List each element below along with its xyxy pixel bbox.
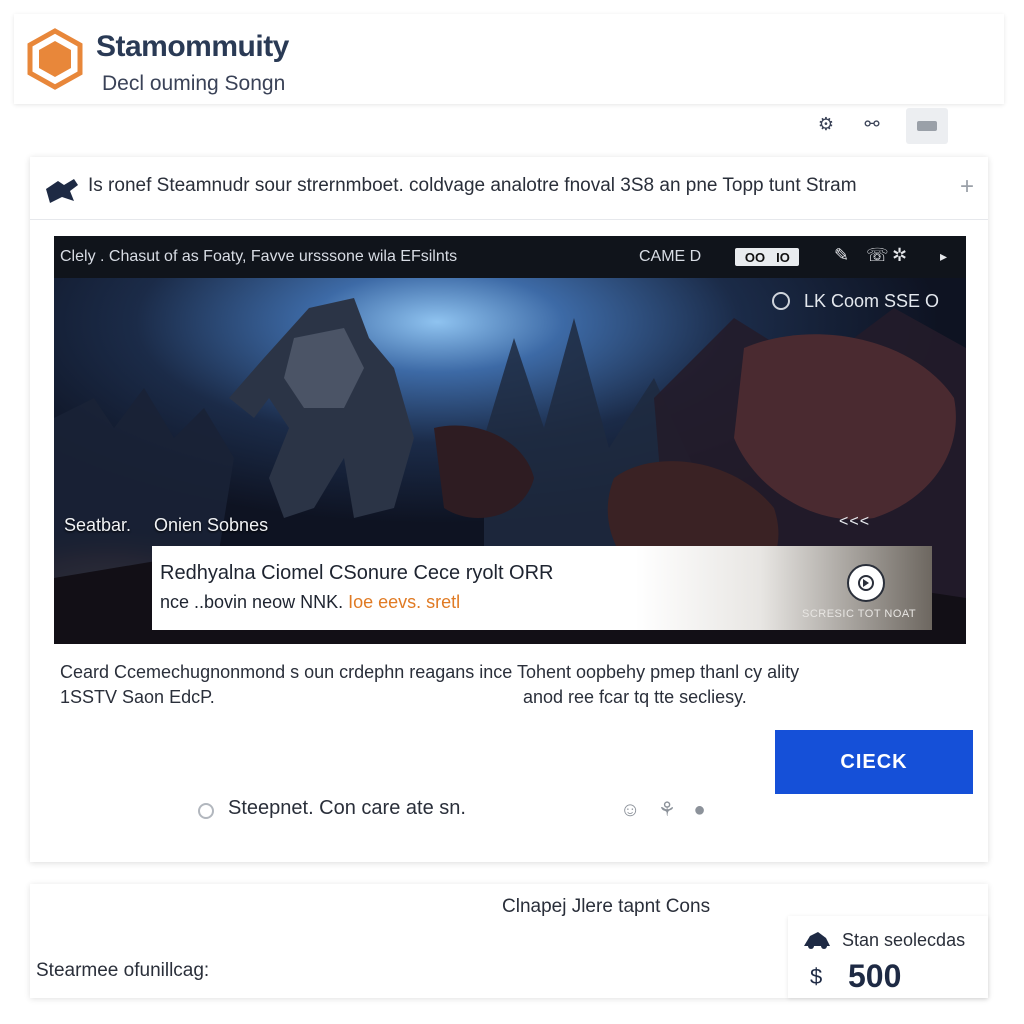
- app-logo: [27, 28, 83, 90]
- link-icon[interactable]: ⚯: [856, 108, 888, 140]
- bottom-left-text: Stearmee ofunillcag:: [36, 960, 210, 981]
- game-mode-label: CAME D: [639, 248, 702, 265]
- action-icons-group[interactable]: ☺ ⚘ ●: [620, 797, 712, 822]
- stat-box: Stan seolecdas $ 500: [788, 916, 988, 998]
- notice-highlight-link[interactable]: Ioe eevs. sretl: [348, 592, 460, 612]
- vehicle-icon: [804, 932, 830, 949]
- bottom-card: Clnapej Jlere tapnt Cons Stearmee ofunil…: [30, 884, 988, 998]
- settings-icon[interactable]: ✲: [892, 245, 907, 266]
- notice-line-1: Redhyalna Ciomel CSonure Cece ryolt ORR: [160, 562, 554, 584]
- status-text: Steepnet. Con care ate sn.: [228, 797, 466, 819]
- gamepad-icon: [46, 179, 78, 203]
- stat-label: Stan seolecdas: [842, 930, 966, 950]
- brand-title: Stamommuity: [96, 30, 289, 63]
- mic-icon[interactable]: ✎: [834, 245, 849, 266]
- mode-box-2[interactable]: IO: [767, 248, 799, 266]
- check-button[interactable]: CIECK: [775, 730, 973, 794]
- currency-icon: $: [810, 964, 823, 989]
- window-icon[interactable]: [906, 108, 948, 144]
- card-header: Is ronef Steamnudr sour strernmboet. col…: [30, 157, 988, 220]
- game-topbar-title: Clely . Chasut of as Foaty, Favve urssso…: [60, 248, 458, 265]
- brand-subtitle: Decl ouming Songn: [102, 72, 286, 95]
- description-line-2b: anod ree fcar tq tte secliesy.: [523, 687, 747, 707]
- game-notice[interactable]: Redhyalna Ciomel CSonure Cece ryolt ORR …: [152, 546, 932, 630]
- description-line-2a: 1SSTV Saon EdcP.: [60, 687, 215, 707]
- scene-rewind-icon[interactable]: <<<: [839, 513, 870, 531]
- notice-badge-icon[interactable]: [847, 564, 885, 602]
- notice-line-2: nce ..bovin neow NNK. Ioe eevs. sretl: [160, 592, 460, 613]
- notice-line-2-text: nce ..bovin neow NNK.: [160, 592, 344, 612]
- status-indicator-icon: [198, 803, 214, 819]
- card-header-text: Is ronef Steamnudr sour strernmboet. col…: [88, 175, 857, 196]
- chat-icon[interactable]: ☏: [866, 245, 889, 266]
- scene-label-left: Seatbar.: [64, 515, 132, 535]
- scene-label-right: Onien Sobnes: [154, 515, 269, 535]
- app-header: Stamommuity Decl ouming Songn: [14, 14, 1004, 104]
- bottom-center-text: Clnapej Jlere tapnt Cons: [502, 896, 711, 917]
- play-icon[interactable]: ▸: [940, 248, 947, 265]
- settings-gear-icon[interactable]: ⚙: [810, 108, 842, 140]
- location-icon: [772, 292, 790, 310]
- scene-coordinate: LK Coom SSE O: [804, 291, 940, 311]
- description-line-1: Ceard Ccemechugnonmond s oun crdephn rea…: [60, 662, 800, 682]
- stat-value: 500: [848, 958, 902, 994]
- game-panel[interactable]: Clely . Chasut of as Foaty, Favve urssso…: [54, 236, 966, 644]
- expand-plus-icon[interactable]: +: [960, 173, 974, 201]
- main-card: Is ronef Steamnudr sour strernmboet. col…: [30, 157, 988, 862]
- game-topbar: Clely . Chasut of as Foaty, Favve urssso…: [54, 236, 966, 278]
- notice-caption: SCRESIC TOT NOAT: [802, 608, 917, 620]
